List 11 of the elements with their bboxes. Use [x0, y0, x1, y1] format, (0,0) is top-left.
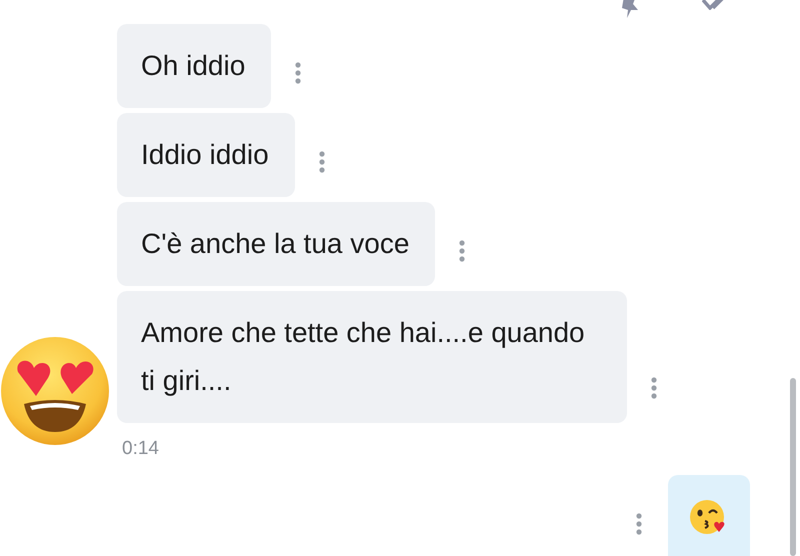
message-bubble: Amore che tette che hai....e quando ti giri.... [117, 291, 627, 423]
more-options-icon[interactable] [459, 240, 466, 262]
scrollbar[interactable] [790, 378, 796, 556]
message-bubble: C'è anche la tua voce [117, 202, 436, 286]
message-bubble: Iddio iddio [117, 113, 295, 197]
message-time: 0:14 [121, 437, 160, 460]
more-options-icon[interactable] [651, 377, 657, 399]
more-options-icon[interactable] [636, 513, 642, 535]
message-bubble: Oh iddio [117, 24, 272, 108]
more-options-icon[interactable] [295, 62, 302, 84]
more-options-icon[interactable] [318, 151, 325, 173]
